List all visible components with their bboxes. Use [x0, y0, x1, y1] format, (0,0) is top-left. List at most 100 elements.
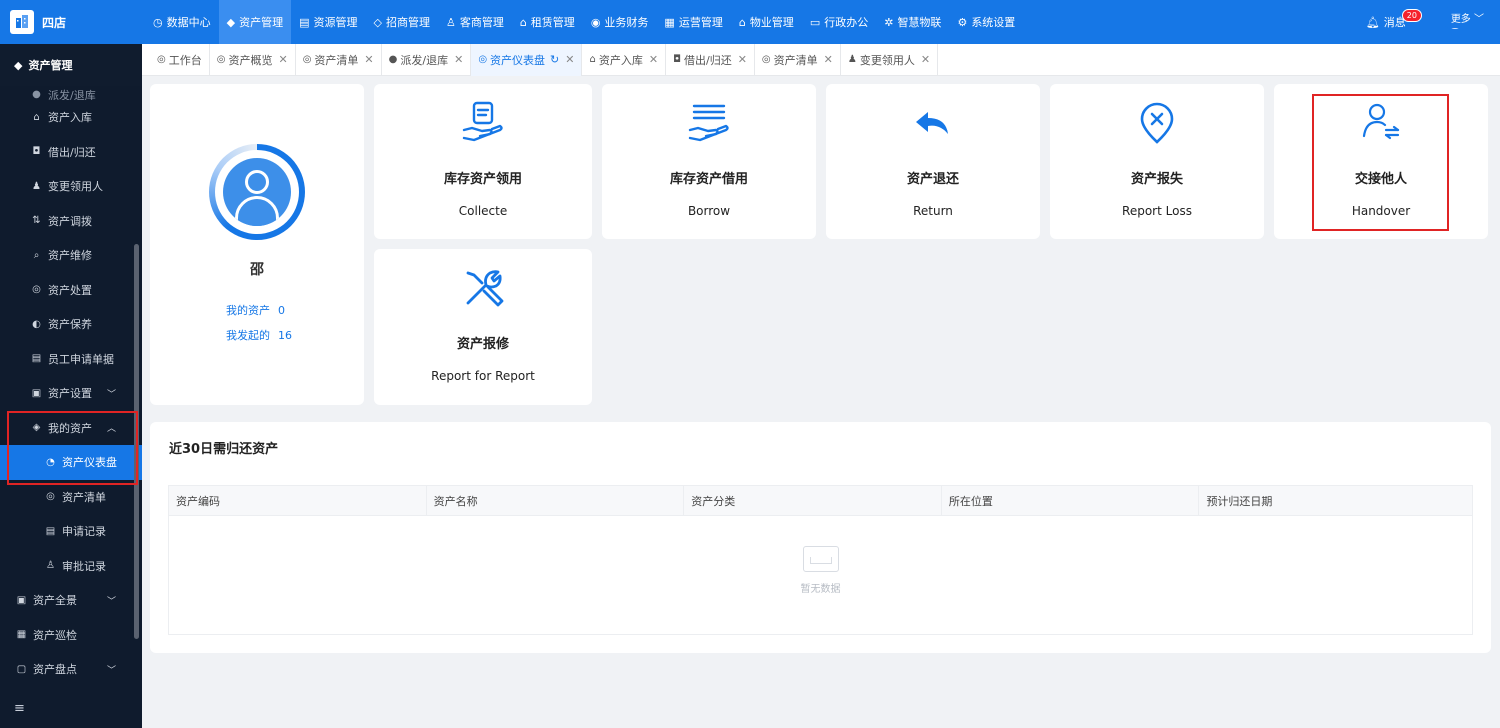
sidebar-item-12[interactable]: ▤ 申请记录 — [0, 514, 142, 549]
topnav-label: 物业管理 — [749, 16, 794, 29]
action-card-return[interactable]: 资产退还 Return — [826, 84, 1040, 239]
action-card-handover[interactable]: 交接他人 Handover — [1274, 84, 1488, 239]
topnav-item-5[interactable]: ⌂ 租赁管理 — [512, 0, 583, 44]
sidebar-item-label: 员工申请单据 — [48, 352, 114, 366]
chevron-down-icon: ﹀ — [106, 389, 116, 400]
action-title: 库存资产借用 — [669, 172, 748, 187]
sidebar-item-0[interactable]: ⌂ 资产入库 — [0, 100, 142, 135]
close-icon[interactable]: ✕ — [364, 53, 373, 66]
topnav-item-3[interactable]: ◇ 招商管理 — [365, 0, 437, 44]
column-header: 资产编码 — [169, 486, 427, 515]
topnav-item-1[interactable]: ◆ 资产管理 — [218, 0, 292, 44]
topnav-item-10[interactable]: ✲ 智慧物联 — [876, 0, 949, 44]
gauge-icon: ◔ — [46, 456, 55, 468]
sidebar-item-label: 我的资产 — [48, 421, 92, 435]
return-arrow-icon — [910, 100, 956, 146]
initiated-label: 我发起的 — [226, 329, 270, 342]
messages-button[interactable]: 🔔︎ 消息 20 — [1366, 8, 1426, 30]
topnav-item-2[interactable]: ▤ 资源管理 — [291, 0, 365, 44]
my-assets-stat[interactable]: 我的资产 0 — [226, 302, 285, 318]
sidebar-title[interactable]: ◆ 资产管理 — [0, 44, 142, 86]
close-icon[interactable]: ✕ — [649, 53, 658, 66]
topnav-item-9[interactable]: ▭ 行政办公 — [802, 0, 876, 44]
sidebar-item-16[interactable]: ▢ 资产盘点 ﹀ — [0, 652, 142, 687]
action-card-loss[interactable]: 资产报失 Report Loss — [1050, 84, 1264, 239]
sidebar-item-10[interactable]: ◔ 资产仪表盘 — [0, 445, 142, 480]
tab-4[interactable]: ◎ 资产仪表盘 ↻ ✕ — [471, 43, 583, 76]
sidebar-item-6[interactable]: ◐ 资产保养 — [0, 307, 142, 342]
action-card-borrow[interactable]: 库存资产借用 Borrow — [602, 84, 816, 239]
due-return-panel: 近30日需归还资产 资产编码 资产名称 资产分类 所在位置 预计归还日期 暂无数据 — [150, 422, 1491, 653]
close-icon[interactable]: ✕ — [921, 53, 930, 66]
sidebar-item-1[interactable]: ◘ 借出/归还 — [0, 135, 142, 170]
sidebar-item-label: 派发/退库 — [48, 89, 96, 100]
brand[interactable]: 四店 — [0, 0, 142, 44]
reload-icon[interactable]: ↻ — [550, 53, 559, 66]
close-icon[interactable]: ✕ — [454, 53, 463, 66]
sidebar-item-5[interactable]: ◎ 资产处置 — [0, 273, 142, 308]
empty-text: 暂无数据 — [800, 584, 841, 595]
sidebar-item-8[interactable]: ▣ 资产设置 ﹀ — [0, 376, 142, 411]
chevron-up-icon: ︿ — [106, 424, 116, 435]
tab-8[interactable]: ♟ 变更领用人 ✕ — [841, 43, 939, 76]
close-icon[interactable]: ✕ — [565, 53, 574, 66]
action-card-repair[interactable]: 资产报修 Report for Report — [374, 249, 592, 405]
tab-5[interactable]: ⌂ 资产入库 ✕ — [582, 43, 667, 76]
topnav-item-6[interactable]: ◉ 业务财务 — [583, 0, 657, 44]
close-icon[interactable]: ✕ — [278, 53, 287, 66]
topnav-label: 资源管理 — [313, 16, 358, 29]
sidebar-item-2[interactable]: ♟ 变更领用人 — [0, 169, 142, 204]
sidebar-item-3[interactable]: ⇅ 资产调拨 — [0, 204, 142, 239]
tab-6[interactable]: ◘ 借出/归还 ✕ — [666, 43, 755, 76]
sidebar-item-4[interactable]: ⌕ 资产维修 — [0, 238, 142, 273]
asset-settings-icon: ▣ — [31, 387, 42, 399]
user-card: 邵 我的资产 0 我发起的 16 — [150, 84, 364, 405]
sidebar-item-13[interactable]: ♙ 审批记录 — [0, 549, 142, 584]
borrow-icon: ◘ — [32, 146, 41, 158]
sidebar-item-15[interactable]: ▦ 资产巡检 — [0, 618, 142, 653]
transfer-icon: ⇅ — [32, 215, 41, 227]
handover-icon — [1358, 100, 1404, 146]
action-card-collect[interactable]: 库存资产领用 Collecte — [374, 84, 592, 239]
monitor-icon: ▭ — [809, 15, 821, 29]
column-header: 预计归还日期 — [1206, 494, 1273, 508]
gauge-icon: ◎ — [478, 54, 488, 65]
sidebar-item-14[interactable]: ▣ 资产全景 ﹀ — [0, 583, 142, 618]
tab-1[interactable]: ◎ 资产概览 ✕ — [210, 43, 296, 76]
sidebar-item-label: 变更领用人 — [48, 180, 103, 194]
record-icon: ▤ — [45, 525, 56, 537]
topnav-item-7[interactable]: ▦ 运营管理 — [656, 0, 730, 44]
sidebar-item-11[interactable]: ◎ 资产清单 — [0, 480, 142, 515]
topnav-item-0[interactable]: ◷ 数据中心 — [145, 0, 219, 44]
sidebar: ◆ 资产管理 ● 派发/退库 ⌂ 资产入库 ◘ 借出/归还 ♟ 变更领用人 ⇅ 资产调拨 ⌕ 资产维… — [0, 44, 142, 728]
tab-0[interactable]: ◎ 工作台 — [150, 43, 210, 76]
topnav-item-11[interactable]: ⚙ 系统设置 — [949, 0, 1023, 44]
empty-inbox-icon — [802, 546, 839, 572]
topnav-item-8[interactable]: ⌂ 物业管理 — [731, 0, 802, 44]
initiated-stat[interactable]: 我发起的 16 — [226, 327, 292, 343]
tab-label: 派发/退库 — [400, 53, 449, 67]
top-navbar: 四店 ◷ 数据中心 ◆ 资产管理 ▤ 资源管理 ◇ 招商管理 ♙ 客商管理 ⌂ 租赁管理 ◉ 业务财务 ▦ 运… — [0, 0, 1500, 44]
tab-label: 工作台 — [168, 53, 202, 67]
tab-2[interactable]: ◎ 资产清单 ✕ — [296, 43, 382, 76]
sidebar-item-7[interactable]: ▤ 员工申请单据 — [0, 342, 142, 377]
tab-7[interactable]: ◎ 资产清单 ✕ — [755, 43, 841, 76]
dispose-icon: ◎ — [32, 284, 41, 296]
sidebar-item-partial[interactable]: ● 派发/退库 — [0, 86, 142, 100]
initiated-count: 16 — [278, 329, 292, 342]
close-icon[interactable]: ✕ — [738, 53, 747, 66]
collapse-menu-icon[interactable]: ≡ — [14, 701, 25, 716]
action-subtitle: Borrow — [687, 204, 731, 218]
action-subtitle: Return — [913, 204, 953, 218]
close-icon[interactable]: ✕ — [824, 53, 833, 66]
sidebar-item-label: 资产入库 — [48, 111, 92, 125]
sidebar-scrollbar[interactable] — [134, 244, 139, 639]
tab-3[interactable]: ● 派发/退库 ✕ — [382, 43, 472, 76]
messages-count-badge: 20 — [1401, 8, 1422, 22]
more-tabs-button[interactable]: 更多 ﹀ — [1444, 7, 1490, 28]
sidebar-item-9[interactable]: ◈ 我的资产 ︿ — [0, 411, 142, 446]
topnav-label: 智慧物联 — [897, 16, 942, 29]
topnav-item-4[interactable]: ♙ 客商管理 — [438, 0, 512, 44]
customers-icon: ♙ — [445, 15, 456, 29]
tab-bar: ◎ 工作台 ◎ 资产概览 ✕ ◎ 资产清单 ✕ ● 派发/退库 ✕ ◎ 资产仪表盘 ↻ ✕ ⌂ 资产入库 ✕ ◘ 借出… — [142, 43, 1500, 76]
